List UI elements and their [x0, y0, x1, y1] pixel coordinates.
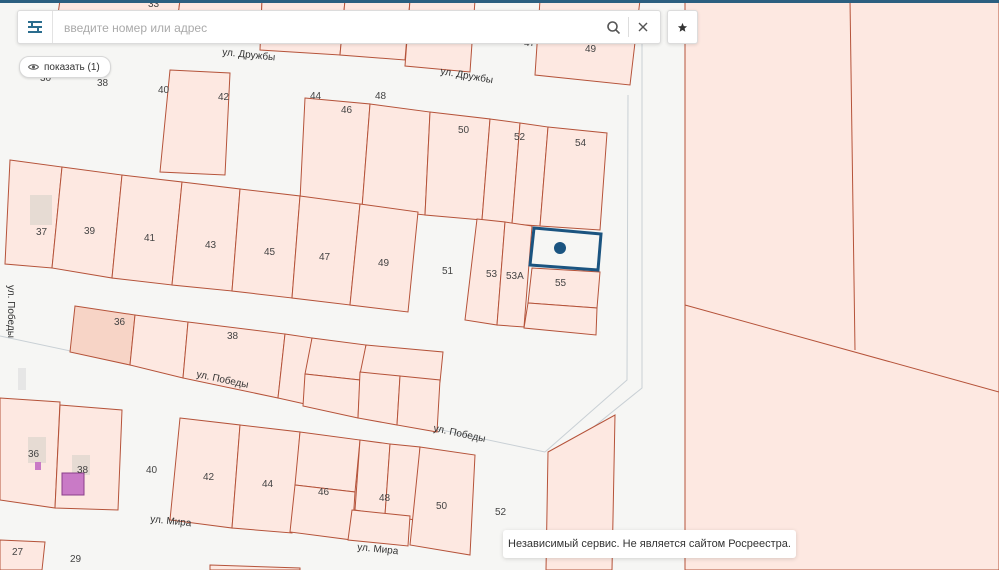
parcel-number: 52 — [514, 132, 526, 143]
parcel-number: 54 — [575, 138, 587, 149]
parcel-number: 42 — [203, 472, 215, 483]
parcel-number: 48 — [379, 493, 391, 504]
parcel-number: 38 — [77, 465, 89, 476]
parcel-number: 36 — [114, 317, 126, 328]
close-icon — [638, 22, 648, 32]
parcel-number: 27 — [12, 547, 24, 558]
search-bar — [17, 10, 661, 44]
menu-icon — [28, 21, 42, 33]
clear-button[interactable] — [629, 11, 657, 43]
search-icon — [606, 20, 620, 34]
favorite-button[interactable] — [667, 10, 698, 44]
parcel-number: 41 — [144, 233, 156, 244]
menu-button[interactable] — [18, 11, 53, 43]
street-label-pobedy-vertical: ул. Победы — [5, 285, 17, 338]
parcel-number: 38 — [97, 78, 109, 89]
parcel-number: 53 — [486, 269, 498, 280]
parcel-number: 39 — [84, 226, 96, 237]
disclaimer-notice: Независимый сервис. Не является сайтом Р… — [503, 530, 796, 558]
parcel-number: 40 — [146, 465, 158, 476]
parcel-number: 46 — [341, 105, 353, 116]
star-icon — [677, 22, 688, 32]
parcel-number: 55 — [555, 278, 567, 289]
parcel-number: 49 — [585, 44, 597, 55]
selected-parcel-marker — [554, 242, 566, 254]
parcel-number: 50 — [458, 125, 470, 136]
parcel-number: 48 — [375, 91, 387, 102]
parcel-number: 44 — [262, 479, 274, 490]
eye-icon — [28, 64, 39, 70]
parcel-number: 44 — [310, 91, 322, 102]
show-layers-label: показать (1) — [44, 61, 100, 73]
parcel-number: 45 — [264, 247, 276, 258]
parcel-number: 46 — [318, 487, 330, 498]
search-input[interactable] — [62, 17, 586, 39]
disclaimer-text: Независимый сервис. Не является сайтом Р… — [508, 538, 791, 550]
parcel-number: 50 — [436, 501, 448, 512]
show-layers-button[interactable]: показать (1) — [19, 56, 111, 78]
parcel-number: 37 — [36, 227, 48, 238]
parcel-number: 47 — [319, 252, 331, 263]
parcel-number: 29 — [70, 554, 82, 565]
search-button[interactable] — [599, 11, 627, 43]
parcel-number: 51 — [442, 266, 454, 277]
top-accent-bar — [0, 0, 999, 3]
cadastral-map[interactable]: ул. Дружбы ул. Дружбы ул. Победы ул. Поб… — [0, 0, 999, 570]
parcel-number: 43 — [205, 240, 217, 251]
parcel-number: 42 — [218, 92, 230, 103]
parcel-number: 53А — [506, 271, 524, 282]
parcel-number: 40 — [158, 85, 170, 96]
parcel-number: 49 — [378, 258, 390, 269]
parcel-number: 36 — [28, 449, 40, 460]
parcel-number: 38 — [227, 331, 239, 342]
parcel-number: 52 — [495, 507, 507, 518]
parcel-large-east — [684, 0, 999, 570]
